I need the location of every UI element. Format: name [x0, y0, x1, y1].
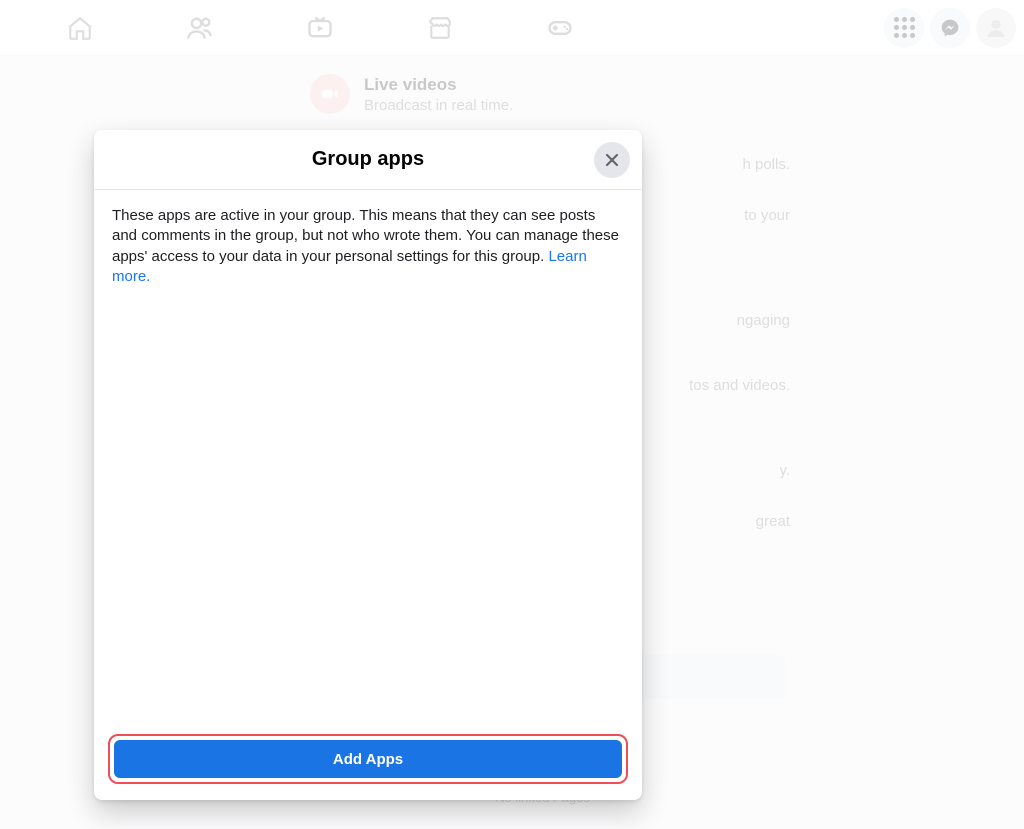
group-apps-modal: Group apps These apps are active in your… [94, 130, 642, 800]
modal-close-button[interactable] [594, 142, 630, 178]
add-apps-button[interactable]: Add Apps [114, 740, 622, 778]
modal-header: Group apps [94, 130, 642, 190]
modal-body: These apps are active in your group. Thi… [94, 190, 642, 722]
modal-footer: Add Apps [94, 722, 642, 800]
modal-title: Group apps [312, 148, 424, 171]
modal-body-text: These apps are active in your group. Thi… [112, 207, 619, 265]
close-icon [602, 150, 622, 170]
add-apps-highlight: Add Apps [108, 734, 628, 784]
